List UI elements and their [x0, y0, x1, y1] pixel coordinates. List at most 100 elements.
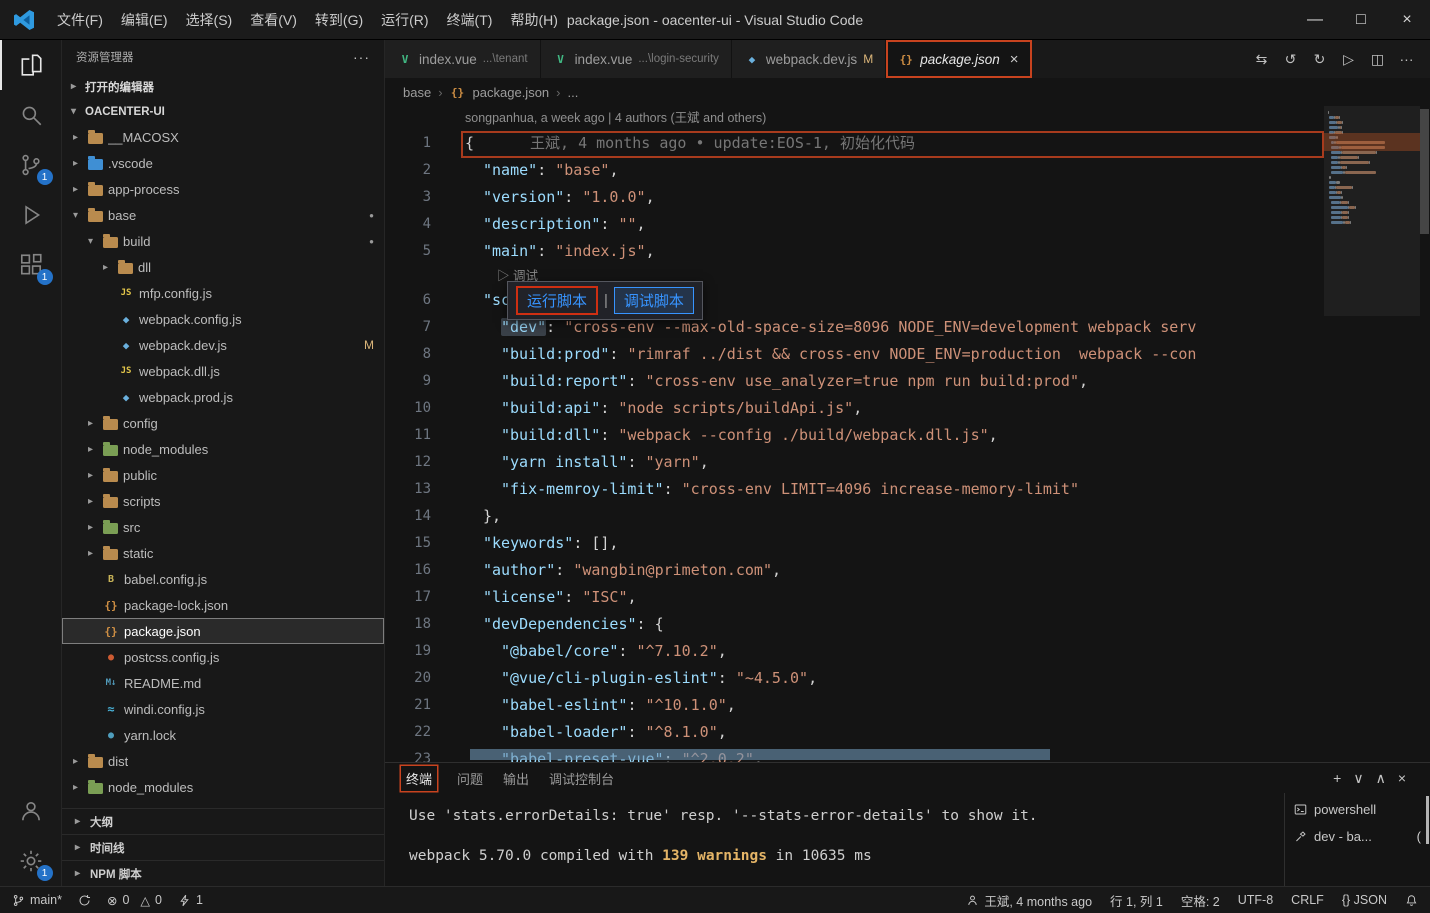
tree-item-package-lock.json[interactable]: {}package-lock.json: [62, 592, 384, 618]
activity-extensions[interactable]: 1: [0, 240, 62, 290]
status-counter[interactable]: 1: [178, 893, 203, 907]
tree-item-build[interactable]: ▾build●: [62, 228, 384, 254]
tree-item-webpack.prod.js[interactable]: ◆webpack.prod.js: [62, 384, 384, 410]
tree-item-base[interactable]: ▾base●: [62, 202, 384, 228]
tree-item-yarn.lock[interactable]: ●yarn.lock: [62, 722, 384, 748]
status-cursor-position[interactable]: 行 1, 列 1: [1110, 891, 1163, 910]
tree-item-dist[interactable]: ▸dist: [62, 748, 384, 774]
vertical-scrollbar[interactable]: [1420, 109, 1429, 234]
menu-选择(S)[interactable]: 选择(S): [177, 5, 242, 35]
terminal-instance-powershell[interactable]: powershell: [1285, 796, 1430, 823]
close-button[interactable]: ×: [1384, 0, 1430, 40]
close-tab-icon[interactable]: ×: [1010, 51, 1019, 68]
tree-item-public[interactable]: ▸public: [62, 462, 384, 488]
run-script-link[interactable]: 运行脚本: [516, 286, 598, 315]
minimap[interactable]: [1328, 111, 1416, 224]
activity-run-debug[interactable]: [0, 190, 62, 240]
more-actions-icon[interactable]: ···: [1393, 51, 1420, 67]
horizontal-scrollbar[interactable]: [470, 749, 1050, 760]
debug-script-link[interactable]: 调试脚本: [614, 287, 694, 314]
status-sync[interactable]: [78, 894, 91, 907]
menu-文件(F)[interactable]: 文件(F): [48, 5, 112, 35]
more-actions-icon[interactable]: ···: [353, 49, 370, 65]
menu-查看(V)[interactable]: 查看(V): [241, 5, 306, 35]
status-right: 王斌, 4 months ago 行 1, 列 1 空格: 2 UTF-8 CRLF {}…: [966, 891, 1418, 910]
activity-explorer[interactable]: [0, 40, 62, 90]
terminal-list-scrollbar[interactable]: [1426, 796, 1429, 844]
status-encoding[interactable]: UTF-8: [1238, 893, 1273, 907]
tree-item-postcss.config.js[interactable]: ●postcss.config.js: [62, 644, 384, 670]
next-change-icon[interactable]: ↻: [1306, 51, 1333, 68]
tree-item-scripts[interactable]: ▸scripts: [62, 488, 384, 514]
status-eol[interactable]: CRLF: [1291, 893, 1324, 907]
tree-item-node_modules[interactable]: ▸node_modules: [62, 774, 384, 800]
chevron-collapsed-icon: ▸: [70, 816, 85, 827]
tab-index.vue-1[interactable]: Vindex.vue...\login-security: [541, 40, 732, 78]
panel-tab-调试控制台[interactable]: 调试控制台: [549, 769, 614, 788]
tree-item-dll[interactable]: ▸dll: [62, 254, 384, 280]
menu-帮助(H)[interactable]: 帮助(H): [501, 5, 566, 35]
tree-item-src[interactable]: ▸src: [62, 514, 384, 540]
maximize-panel-icon[interactable]: ∧: [1376, 770, 1386, 787]
tree-item-static[interactable]: ▸static: [62, 540, 384, 566]
tree-item-.vscode[interactable]: ▸.vscode: [62, 150, 384, 176]
terminal-instance-dev - ba...[interactable]: dev - ba...(: [1285, 823, 1430, 850]
status-problems[interactable]: ⊗0△0: [107, 893, 162, 908]
previous-change-icon[interactable]: ↺: [1277, 51, 1304, 68]
tree-item-README.md[interactable]: M↓README.md: [62, 670, 384, 696]
run-icon[interactable]: ▷: [1335, 51, 1362, 68]
activity-accounts[interactable]: [0, 786, 62, 836]
maximize-button[interactable]: □: [1338, 0, 1384, 40]
tab-package.json-3[interactable]: {}package.json×: [886, 40, 1031, 78]
tab-label: index.vue: [575, 52, 633, 67]
tree-item-windi.config.js[interactable]: ≈windi.config.js: [62, 696, 384, 722]
tree-item-webpack.config.js[interactable]: ◆webpack.config.js: [62, 306, 384, 332]
tree-item-mfp.config.js[interactable]: JSmfp.config.js: [62, 280, 384, 306]
menu-终端(T)[interactable]: 终端(T): [438, 5, 502, 35]
menu-转到(G)[interactable]: 转到(G): [306, 5, 372, 35]
activity-search[interactable]: [0, 90, 62, 140]
new-terminal-icon[interactable]: +: [1333, 770, 1341, 787]
menu-编辑(E)[interactable]: 编辑(E): [112, 5, 177, 35]
tree-item-label: __MACOSX: [108, 130, 179, 145]
breadcrumb-item-package.json[interactable]: package.json: [473, 85, 550, 100]
panel-tab-终端[interactable]: 终端: [401, 766, 437, 791]
breadcrumb-item-...[interactable]: ...: [568, 85, 579, 100]
open-editors-section[interactable]: ▸ 打开的编辑器: [62, 74, 384, 99]
tree-item-package.json[interactable]: {}package.json: [62, 618, 384, 644]
section-NPM 脚本[interactable]: ▸NPM 脚本: [62, 860, 384, 886]
tree-item-config[interactable]: ▸config: [62, 410, 384, 436]
tab-index.vue-0[interactable]: Vindex.vue...\tenant: [385, 40, 541, 78]
tree-item-node_modules[interactable]: ▸node_modules: [62, 436, 384, 462]
badge: 1: [37, 169, 53, 185]
tree-item-__MACOSX[interactable]: ▸__MACOSX: [62, 124, 384, 150]
activity-settings[interactable]: 1: [0, 836, 62, 886]
tree-item-label: webpack.prod.js: [139, 390, 233, 405]
menu-运行(R)[interactable]: 运行(R): [372, 5, 437, 35]
tree-item-webpack.dll.js[interactable]: JSwebpack.dll.js: [62, 358, 384, 384]
tree-item-app-process[interactable]: ▸app-process: [62, 176, 384, 202]
tree-item-webpack.dev.js[interactable]: ◆webpack.dev.jsM: [62, 332, 384, 358]
tab-webpack.dev.js-2[interactable]: ◆webpack.dev.jsM: [732, 40, 886, 78]
status-branch[interactable]: main*: [12, 893, 62, 907]
activity-source-control[interactable]: 1: [0, 140, 62, 190]
status-blame[interactable]: 王斌, 4 months ago: [966, 891, 1092, 910]
codelens-blame[interactable]: songpanhua, a week ago | 4 authors (王斌 a…: [385, 106, 1430, 130]
split-editor-icon[interactable]: ◫: [1364, 51, 1391, 68]
status-label: main*: [30, 893, 62, 907]
status-notifications[interactable]: [1405, 894, 1418, 907]
tree-item-babel.config.js[interactable]: Bbabel.config.js: [62, 566, 384, 592]
breadcrumb-item-base[interactable]: base: [403, 85, 431, 100]
workspace-root[interactable]: ▾ OACENTER-UI: [62, 99, 384, 124]
section-大纲[interactable]: ▸大纲: [62, 808, 384, 834]
open-changes-icon[interactable]: ⇆: [1248, 51, 1275, 68]
close-panel-icon[interactable]: ×: [1398, 770, 1406, 787]
line-number: 13: [385, 476, 449, 503]
status-language-mode[interactable]: {} JSON: [1342, 893, 1387, 907]
terminal-profile-dropdown-icon[interactable]: ∨: [1353, 770, 1363, 787]
panel-tab-输出[interactable]: 输出: [503, 769, 529, 788]
panel-tab-问题[interactable]: 问题: [457, 769, 483, 788]
minimize-button[interactable]: —: [1292, 0, 1338, 40]
section-时间线[interactable]: ▸时间线: [62, 834, 384, 860]
status-indentation[interactable]: 空格: 2: [1181, 891, 1220, 910]
